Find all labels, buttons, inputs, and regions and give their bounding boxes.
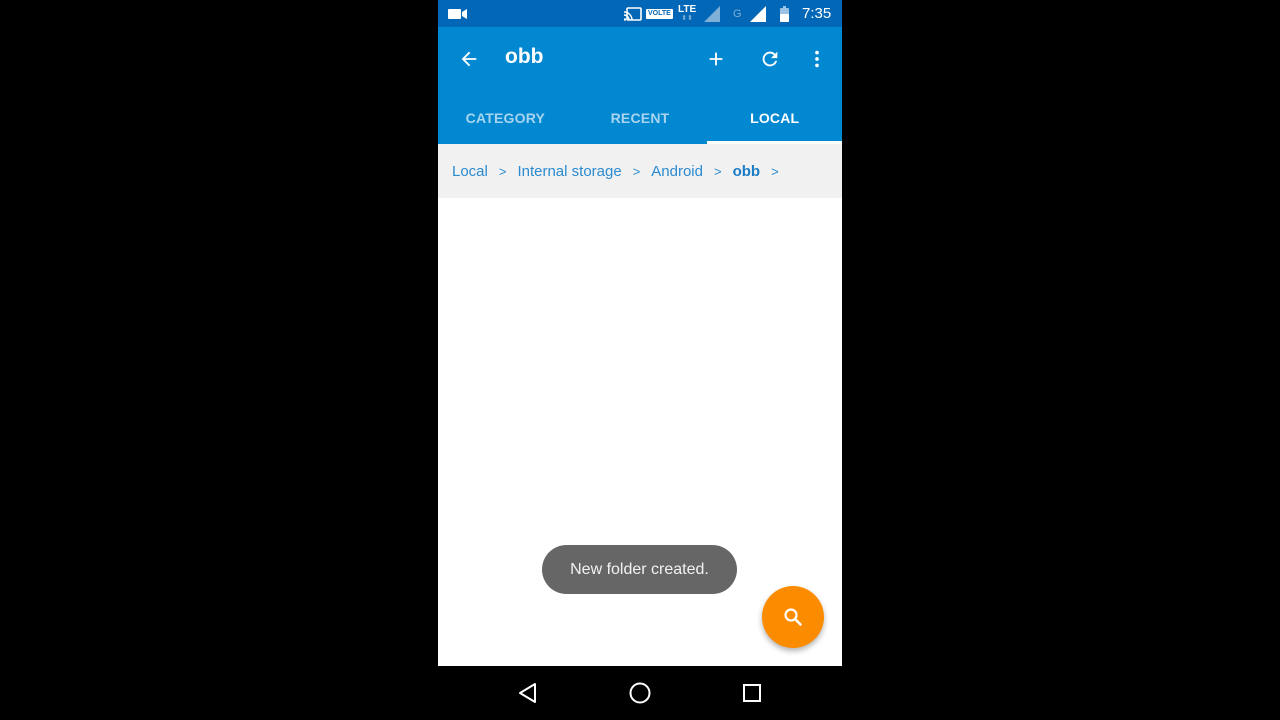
breadcrumb-item-internal-storage[interactable]: Internal storage (517, 163, 621, 180)
nav-back-button[interactable] (513, 680, 543, 706)
search-fab-button[interactable] (762, 586, 824, 648)
file-list-area: New folder created. (438, 198, 842, 666)
more-options-button[interactable] (797, 39, 837, 79)
more-vert-icon (815, 50, 819, 68)
volte-icon: VOLTE (646, 8, 673, 19)
add-button[interactable] (696, 39, 736, 79)
arrow-left-icon (461, 51, 477, 67)
triangle-back-icon (519, 683, 536, 703)
breadcrumb-item-local[interactable]: Local (452, 163, 488, 180)
phone-screen: VOLTE LTE ⬍⬍ G 7:35 obb CATEGORY RECENT … (438, 0, 842, 720)
breadcrumb-separator: > (632, 163, 641, 179)
lte-icon: LTE ⬍⬍ (678, 4, 697, 23)
tab-bar: CATEGORY RECENT LOCAL (438, 91, 842, 144)
clock: 7:35 (802, 5, 832, 22)
search-icon (784, 608, 802, 626)
signal-icon (704, 0, 720, 27)
breadcrumb-separator: > (713, 163, 722, 179)
breadcrumb: Local > Internal storage > Android > obb… (438, 144, 842, 198)
square-recents-icon (743, 684, 761, 702)
status-bar: VOLTE LTE ⬍⬍ G 7:35 (438, 0, 842, 27)
tab-local[interactable]: LOCAL (707, 91, 842, 144)
system-nav-bar (438, 666, 842, 720)
breadcrumb-item-obb[interactable]: obb (733, 163, 761, 180)
add-icon (709, 52, 723, 66)
app-bar: obb (438, 27, 842, 91)
page-title: obb (505, 45, 544, 68)
breadcrumb-item-android[interactable]: Android (651, 163, 703, 180)
battery-icon (780, 0, 789, 27)
refresh-button[interactable] (750, 39, 790, 79)
cast-icon (624, 0, 642, 27)
lte-activity-arrows: ⬍⬍ (681, 15, 693, 22)
back-button[interactable] (449, 39, 489, 79)
video-camera-icon (448, 0, 468, 27)
tab-category[interactable]: CATEGORY (438, 91, 573, 144)
nav-home-button[interactable] (625, 680, 655, 706)
signal-icon (750, 0, 766, 27)
network-g-icon: G (733, 7, 742, 20)
circle-home-icon (629, 682, 651, 704)
tab-recent[interactable]: RECENT (573, 91, 708, 144)
toast-message: New folder created. (542, 545, 737, 594)
breadcrumb-separator: > (771, 163, 779, 179)
refresh-icon (762, 51, 778, 67)
nav-recents-button[interactable] (737, 680, 767, 706)
breadcrumb-separator: > (498, 163, 507, 179)
